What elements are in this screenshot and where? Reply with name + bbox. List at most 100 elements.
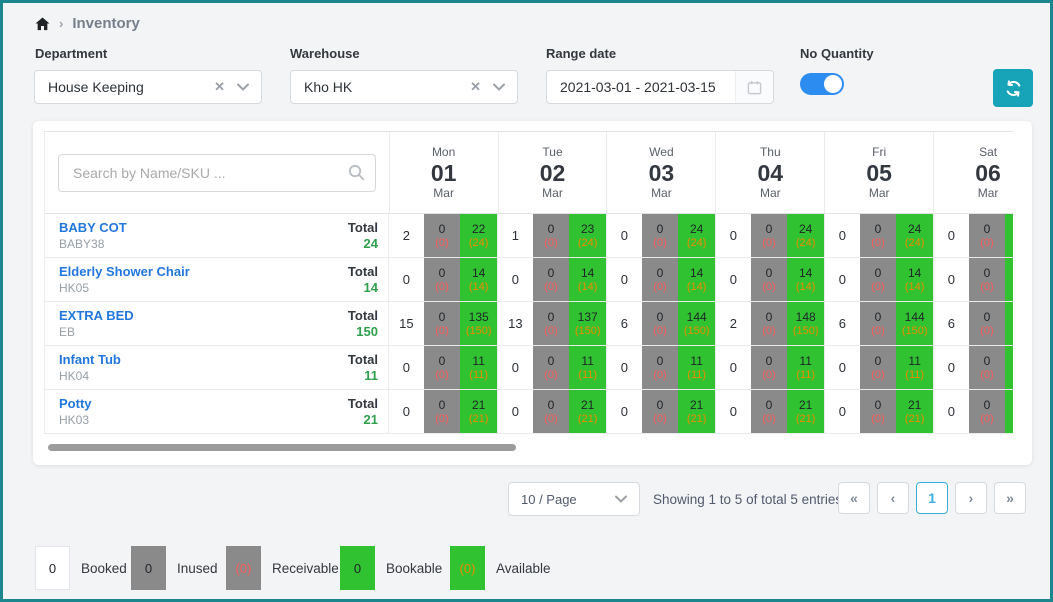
bookable-value: 24	[799, 222, 812, 236]
total-label: Total	[348, 263, 378, 280]
inused-receivable-cell: 0(0)	[642, 214, 679, 257]
legend-item-inused: 0Inused	[131, 546, 218, 590]
inused-value: 0	[984, 266, 991, 280]
no-quantity-toggle[interactable]	[800, 73, 844, 95]
receivable-value: (0)	[762, 280, 775, 294]
legend-label: Available	[496, 561, 551, 576]
day-cell-group: 00(0)11(11)	[606, 346, 715, 389]
item-name-link[interactable]: Elderly Shower Chair	[59, 263, 190, 280]
inused-receivable-cell: 0(0)	[751, 214, 788, 257]
item-total: Total150	[348, 307, 378, 340]
horizontal-scrollbar[interactable]	[48, 444, 516, 451]
first-page-button[interactable]: «	[838, 482, 870, 514]
receivable-value: (0)	[435, 280, 448, 294]
refresh-icon	[1005, 80, 1022, 97]
day-cell-group: 00(0)21(21)	[388, 390, 497, 433]
refresh-button[interactable]	[993, 69, 1033, 107]
bookable-available-cell: 23(24)	[569, 214, 606, 257]
inused-receivable-cell: 0(0)	[969, 258, 1006, 301]
day-cell-group: 130(0)137(150)	[497, 302, 606, 345]
prev-page-button[interactable]: ‹	[877, 482, 909, 514]
bookable-available-cell: 24(24)	[678, 214, 715, 257]
legend-swatch-bookable: 0	[340, 546, 375, 590]
day-cell-group: 20(0)22(24)	[388, 214, 497, 257]
item-name-link[interactable]: Infant Tub	[59, 351, 121, 368]
page-size-select[interactable]: 10 / Page	[508, 482, 640, 516]
day-cell-group: 00(0)24(24)	[715, 214, 824, 257]
chevron-down-icon[interactable]	[235, 83, 261, 91]
inused-receivable-cell: 0(0)	[969, 390, 1006, 433]
day-cell-group: 00(0)14(14)	[388, 258, 497, 301]
booked-cell: 0	[825, 346, 860, 389]
available-value: (21)	[687, 412, 707, 426]
bookable-value: 148	[796, 310, 816, 324]
receivable-value: (0)	[871, 368, 884, 382]
day-cell-group: 10(0)23(24)	[497, 214, 606, 257]
available-value: (24)	[687, 236, 707, 250]
breadcrumb-current[interactable]: Inventory	[72, 15, 140, 32]
day-number-label: 02	[540, 160, 566, 186]
receivable-value: (0)	[435, 412, 448, 426]
day-of-week-label: Fri	[872, 145, 886, 160]
booked-cell: 0	[607, 346, 642, 389]
next-page-button[interactable]: ›	[955, 482, 987, 514]
bookable-available-cell: 21(21)	[787, 390, 824, 433]
department-select[interactable]: House Keeping ✕	[34, 70, 262, 104]
bookable-available-cell: 14(14)	[569, 258, 606, 301]
legend-label: Booked	[81, 561, 127, 576]
search-input[interactable]	[58, 154, 376, 192]
total-value: 21	[348, 412, 378, 428]
booked-cell: 0	[607, 390, 642, 433]
total-label: Total	[348, 395, 378, 412]
receivable-value: (0)	[762, 368, 775, 382]
inused-receivable-cell: 0(0)	[860, 346, 897, 389]
bookable-value: 21	[690, 398, 703, 412]
bookable-value: 137	[578, 310, 598, 324]
inused-value: 0	[875, 310, 882, 324]
receivable-value: (0)	[653, 324, 666, 338]
inused-receivable-cell: 0(0)	[751, 390, 788, 433]
bookable-value: 11	[908, 354, 920, 368]
bookable-value: 144	[905, 310, 925, 324]
bookable-value: 22	[472, 222, 485, 236]
warehouse-clear-icon[interactable]: ✕	[460, 79, 491, 95]
calendar-icon[interactable]	[735, 71, 773, 103]
home-icon[interactable]	[35, 17, 50, 31]
range-date-input[interactable]: 2021-03-01 - 2021-03-15	[546, 70, 774, 104]
total-label: Total	[348, 351, 378, 368]
page-1-button[interactable]: 1	[916, 482, 948, 514]
last-page-button[interactable]: »	[994, 482, 1026, 514]
available-value: (14)	[578, 280, 598, 294]
legend-item-receivable: (0)Receivable	[226, 546, 339, 590]
inused-value: 0	[548, 266, 555, 280]
total-value: 14	[348, 280, 378, 296]
bookable-available-cell	[1005, 258, 1013, 301]
inused-receivable-cell: 0(0)	[860, 390, 897, 433]
item-name-link[interactable]: EXTRA BED	[59, 307, 134, 324]
item-identity: Infant TubHK04	[59, 351, 121, 384]
item-sku: HK04	[59, 368, 121, 384]
available-value: (11)	[905, 368, 924, 382]
available-value: (150)	[793, 324, 819, 338]
warehouse-value: Kho HK	[304, 79, 460, 95]
day-header: Thu04Mar	[715, 132, 824, 213]
day-cell-group: 20(0)148(150)	[715, 302, 824, 345]
month-label: Mar	[869, 186, 890, 201]
inventory-table-scroll-area: Mon01MarTue02MarWed03MarThu04MarFri05Mar…	[44, 131, 1013, 434]
available-value: (150)	[902, 324, 928, 338]
bookable-value: 11	[690, 354, 702, 368]
chevron-down-icon[interactable]	[491, 83, 517, 91]
page-size-value: 10 / Page	[521, 492, 613, 507]
bookable-available-cell: 21(21)	[678, 390, 715, 433]
bookable-available-cell: 144(150)	[678, 302, 715, 345]
receivable-value: (0)	[544, 280, 557, 294]
booked-cell: 1	[498, 214, 533, 257]
inused-receivable-cell: 0(0)	[533, 302, 570, 345]
item-name-link[interactable]: BABY COT	[59, 219, 127, 236]
department-clear-icon[interactable]: ✕	[204, 79, 235, 95]
item-name-link[interactable]: Potty	[59, 395, 92, 412]
warehouse-select[interactable]: Kho HK ✕	[290, 70, 518, 104]
inused-value: 0	[439, 398, 446, 412]
bookable-available-cell: 11(11)	[678, 346, 715, 389]
bookable-value: 11	[799, 354, 811, 368]
